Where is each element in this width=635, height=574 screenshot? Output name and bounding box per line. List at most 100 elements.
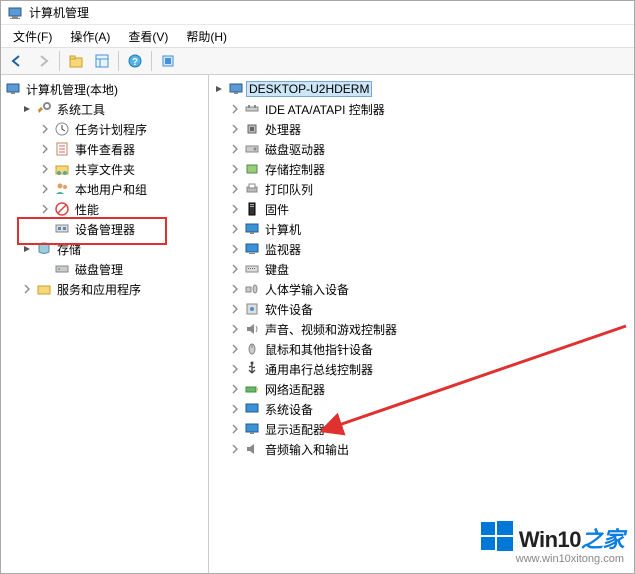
expander-closed-icon[interactable] <box>21 283 33 295</box>
expander-open-icon[interactable] <box>21 103 33 115</box>
expander-open-icon[interactable] <box>21 243 33 255</box>
device-cpu[interactable]: 处理器 <box>209 119 634 139</box>
tree-root-computer-management[interactable]: 计算机管理(本地) <box>1 79 208 99</box>
expander-open-icon[interactable] <box>213 83 225 95</box>
back-button[interactable] <box>5 50 29 72</box>
expander-closed-icon[interactable] <box>229 343 241 355</box>
separator <box>59 51 60 71</box>
network-adapter-icon <box>244 381 260 397</box>
device-display-adapters[interactable]: 显示适配器 <box>209 419 634 439</box>
window-title: 计算机管理 <box>29 4 89 21</box>
watermark: Win10之家 www.win10xitong.com <box>481 520 624 565</box>
tree-services-apps[interactable]: 服务和应用程序 <box>1 279 208 299</box>
tree-device-manager[interactable]: 设备管理器 <box>1 219 208 239</box>
main-content: 计算机管理(本地) 系统工具 任务计划程序 事件查看器 共享文件夹 本地用户和组 <box>1 75 634 573</box>
tree-performance[interactable]: 性能 <box>1 199 208 219</box>
expander-closed-icon[interactable] <box>229 263 241 275</box>
view-button[interactable] <box>90 50 114 72</box>
tree-label: 设备管理器 <box>73 221 137 238</box>
windows-logo-icon <box>481 520 513 555</box>
help-button[interactable]: ? <box>123 50 147 72</box>
forward-button[interactable] <box>31 50 55 72</box>
device-root[interactable]: DESKTOP-U2HDERM <box>209 79 634 99</box>
tree-label: 磁盘驱动器 <box>263 141 327 158</box>
tree-storage[interactable]: 存储 <box>1 239 208 259</box>
device-system-devices[interactable]: 系统设备 <box>209 399 634 419</box>
tree-label: 打印队列 <box>263 181 315 198</box>
tree-label: 通用串行总线控制器 <box>263 361 375 378</box>
expander-closed-icon[interactable] <box>229 443 241 455</box>
speaker-icon <box>244 321 260 337</box>
device-usb[interactable]: 通用串行总线控制器 <box>209 359 634 379</box>
menu-view[interactable]: 查看(V) <box>120 26 176 47</box>
menu-action[interactable]: 操作(A) <box>62 26 118 47</box>
tree-system-tools[interactable]: 系统工具 <box>1 99 208 119</box>
expander-closed-icon[interactable] <box>39 183 51 195</box>
device-ide[interactable]: IDE ATA/ATAPI 控制器 <box>209 99 634 119</box>
expander-closed-icon[interactable] <box>229 423 241 435</box>
tree-label: 音频输入和输出 <box>263 441 351 458</box>
expander-closed-icon[interactable] <box>229 203 241 215</box>
printer-icon <box>244 181 260 197</box>
expander-closed-icon[interactable] <box>229 223 241 235</box>
expander-closed-icon[interactable] <box>229 243 241 255</box>
menu-help[interactable]: 帮助(H) <box>178 26 235 47</box>
expander-closed-icon[interactable] <box>229 283 241 295</box>
tree-label: 声音、视频和游戏控制器 <box>263 321 399 338</box>
expander-closed-icon[interactable] <box>229 383 241 395</box>
device-firmware[interactable]: 固件 <box>209 199 634 219</box>
tree-label: 存储控制器 <box>263 161 327 178</box>
expander-closed-icon[interactable] <box>39 143 51 155</box>
device-computer[interactable]: 计算机 <box>209 219 634 239</box>
app-icon <box>7 5 23 21</box>
svg-text:?: ? <box>132 57 138 68</box>
shared-folder-icon <box>54 161 70 177</box>
device-mouse[interactable]: 鼠标和其他指针设备 <box>209 339 634 359</box>
expander-closed-icon[interactable] <box>229 163 241 175</box>
device-sound[interactable]: 声音、视频和游戏控制器 <box>209 319 634 339</box>
tree-label: 性能 <box>73 201 101 218</box>
up-button[interactable] <box>64 50 88 72</box>
device-hid[interactable]: 人体学输入设备 <box>209 279 634 299</box>
menu-file[interactable]: 文件(F) <box>5 26 60 47</box>
ide-controller-icon <box>244 101 260 117</box>
tree-label: IDE ATA/ATAPI 控制器 <box>263 101 387 118</box>
right-tree-pane: DESKTOP-U2HDERM IDE ATA/ATAPI 控制器 处理器 磁盘… <box>209 75 634 573</box>
expander-closed-icon[interactable] <box>229 183 241 195</box>
watermark-brand-a: Win10 <box>519 527 581 552</box>
storage-icon <box>36 241 52 257</box>
toolbar: ? <box>1 47 634 75</box>
device-audio-io[interactable]: 音频输入和输出 <box>209 439 634 459</box>
tree-task-scheduler[interactable]: 任务计划程序 <box>1 119 208 139</box>
tree-shared-folders[interactable]: 共享文件夹 <box>1 159 208 179</box>
expander-closed-icon[interactable] <box>229 303 241 315</box>
event-log-icon <box>54 141 70 157</box>
device-software-devices[interactable]: 软件设备 <box>209 299 634 319</box>
device-keyboards[interactable]: 键盘 <box>209 259 634 279</box>
expander-closed-icon[interactable] <box>229 363 241 375</box>
device-monitors[interactable]: 监视器 <box>209 239 634 259</box>
computer-icon <box>228 81 244 97</box>
tree-label: 显示适配器 <box>263 421 327 438</box>
refresh-button[interactable] <box>156 50 180 72</box>
expander-closed-icon[interactable] <box>229 123 241 135</box>
expander-closed-icon[interactable] <box>229 143 241 155</box>
expander-closed-icon[interactable] <box>229 103 241 115</box>
tree-event-viewer[interactable]: 事件查看器 <box>1 139 208 159</box>
device-network[interactable]: 网络适配器 <box>209 379 634 399</box>
expander-closed-icon[interactable] <box>229 323 241 335</box>
tree-local-users[interactable]: 本地用户和组 <box>1 179 208 199</box>
watermark-brand-b: 之家 <box>581 527 624 552</box>
tree-label: 处理器 <box>263 121 303 138</box>
expander-closed-icon[interactable] <box>39 163 51 175</box>
tree-disk-management[interactable]: 磁盘管理 <box>1 259 208 279</box>
clock-icon <box>54 121 70 137</box>
device-print-queues[interactable]: 打印队列 <box>209 179 634 199</box>
pc-icon <box>244 221 260 237</box>
device-storage-controllers[interactable]: 存储控制器 <box>209 159 634 179</box>
tree-label: 网络适配器 <box>263 381 327 398</box>
expander-closed-icon[interactable] <box>39 123 51 135</box>
expander-closed-icon[interactable] <box>229 403 241 415</box>
device-disk-drives[interactable]: 磁盘驱动器 <box>209 139 634 159</box>
expander-closed-icon[interactable] <box>39 203 51 215</box>
